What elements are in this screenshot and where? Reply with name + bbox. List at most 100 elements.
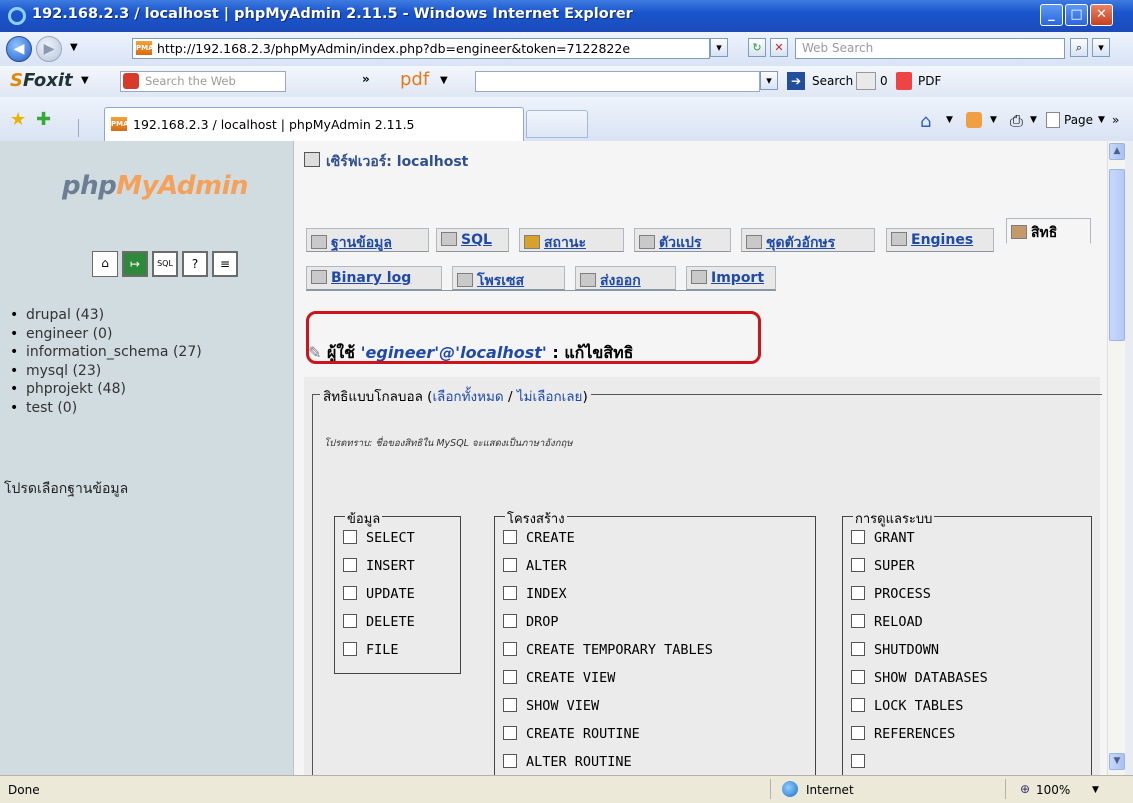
exit-icon[interactable]: ↦ [122,251,148,277]
refresh-icon[interactable]: ↻ [748,38,766,57]
minimize-button[interactable]: _ [1040,4,1063,26]
home-dropdown-icon[interactable]: ▼ [946,115,953,125]
privilege-next[interactable] [851,754,874,774]
privilege-insert[interactable]: INSERT [343,558,415,578]
page-icon[interactable] [1046,112,1060,128]
checkbox[interactable] [503,558,517,572]
browser-tab[interactable]: PMA 192.168.2.3 / localhost | phpMyAdmin… [104,107,524,141]
search-icon[interactable]: ⌕ [1070,38,1088,57]
privilege-create[interactable]: CREATE [503,530,575,550]
privilege-reload[interactable]: RELOAD [851,614,923,634]
tab-variables[interactable]: ตัวแปร [634,228,731,252]
foxit-menu-dropdown-icon[interactable]: ▼ [81,75,89,86]
privilege-lock-tables[interactable]: LOCK TABLES [851,698,963,718]
foxit-search-button[interactable]: Search [812,74,853,88]
tab-export[interactable]: ส่งออก [575,266,676,290]
tab-import[interactable]: Import [686,266,776,290]
home-icon[interactable]: ⌂ [92,251,118,277]
privilege-create-temporary-tables[interactable]: CREATE TEMPORARY TABLES [503,642,713,662]
privilege-create-routine[interactable]: CREATE ROUTINE [503,726,640,746]
search-engine-icon[interactable] [123,73,139,89]
checkbox[interactable] [503,754,517,768]
checkbox[interactable] [851,530,865,544]
pdf-search-dropdown-button[interactable]: ▾ [760,71,778,90]
privilege-create-view[interactable]: CREATE VIEW [503,670,615,690]
tab-privileges[interactable]: สิทธิ [1006,218,1091,244]
search-arrow-icon[interactable]: ➔ [787,72,805,90]
more-chevron-icon[interactable]: » [362,72,370,86]
checkbox[interactable] [343,558,357,572]
pdf-search-input[interactable] [475,71,760,92]
checkbox[interactable] [343,530,357,544]
checkbox[interactable] [503,698,517,712]
checkbox[interactable] [503,726,517,740]
tab-sql[interactable]: SQL [436,228,509,252]
privilege-alter[interactable]: ALTER [503,558,567,578]
print-dropdown-icon[interactable]: ▼ [1030,115,1037,125]
uncheck-all-link[interactable]: ไม่เลือกเลย [517,389,583,405]
tab-charsets[interactable]: ชุดตัวอักษร [741,228,875,252]
tab-processes[interactable]: โพรเซส [452,266,565,290]
checkbox[interactable] [851,586,865,600]
favorites-star-icon[interactable]: ★ [10,109,26,130]
tab-status[interactable]: สถานะ [519,228,624,252]
privilege-alter-routine[interactable]: ALTER ROUTINE [503,754,632,774]
back-button[interactable]: ◀ [6,36,32,62]
database-item[interactable]: phprojekt (48) [10,381,202,400]
checkbox[interactable] [503,586,517,600]
forward-button[interactable]: ▶ [36,36,62,62]
privilege-drop[interactable]: DROP [503,614,559,634]
database-item[interactable]: information_schema (27) [10,344,202,363]
pdf-dropdown-icon[interactable]: ▼ [440,75,448,86]
privilege-file[interactable]: FILE [343,642,399,662]
notes-icon[interactable] [856,72,876,90]
feeds-icon[interactable] [966,112,982,128]
check-all-link[interactable]: เลือกทั้งหมด [432,389,503,405]
privilege-super[interactable]: SUPER [851,558,915,578]
pdf-icon[interactable] [896,72,912,90]
database-item[interactable]: drupal (43) [10,307,202,326]
checkbox[interactable] [503,670,517,684]
scroll-down-button[interactable]: ▼ [1109,753,1125,770]
checkbox[interactable] [851,614,865,628]
page-menu[interactable]: Page [1064,113,1093,127]
pdf-label[interactable]: pdf [400,69,429,90]
scroll-up-button[interactable]: ▲ [1109,143,1125,160]
checkbox[interactable] [851,726,865,740]
checkbox[interactable] [343,586,357,600]
privilege-select[interactable]: SELECT [343,530,415,550]
print-icon[interactable]: ⎙ [1010,111,1023,131]
feeds-dropdown-icon[interactable]: ▼ [990,115,997,125]
checkbox[interactable] [343,642,357,656]
maximize-button[interactable]: □ [1065,4,1088,26]
web-search-input[interactable]: Web Search [795,38,1065,59]
privilege-grant[interactable]: GRANT [851,530,915,550]
tab-binary-log[interactable]: Binary log [306,266,442,290]
checkbox[interactable] [503,642,517,656]
scroll-thumb[interactable] [1109,169,1125,341]
tools-menu[interactable]: » [1112,113,1119,127]
close-window-button[interactable]: ✕ [1090,4,1113,26]
checkbox[interactable] [503,530,517,544]
stop-icon[interactable]: ✕ [770,38,788,57]
vertical-scrollbar[interactable]: ▲ ▼ [1107,141,1126,775]
privilege-process[interactable]: PROCESS [851,586,931,606]
privilege-show-view[interactable]: SHOW VIEW [503,698,599,718]
zoom-level[interactable]: 100% [1036,783,1070,797]
query-window-icon[interactable]: SQL [152,251,178,277]
tab-databases[interactable]: ฐานข้อมูล [306,228,429,252]
foxit-search-input[interactable]: Search the Web [120,71,286,92]
checkbox[interactable] [851,754,865,768]
database-item[interactable]: mysql (23) [10,363,202,382]
checkbox[interactable] [343,614,357,628]
privilege-references[interactable]: REFERENCES [851,726,955,746]
zoom-dropdown-icon[interactable]: ▼ [1092,785,1099,795]
database-item[interactable]: engineer (0) [10,326,202,345]
tab-engines[interactable]: Engines [886,228,994,252]
foxit-brand[interactable]: SFoxit [10,70,73,91]
database-item[interactable]: test (0) [10,400,202,419]
checkbox[interactable] [851,558,865,572]
privilege-shutdown[interactable]: SHUTDOWN [851,642,939,662]
zoom-icon[interactable]: ⊕ [1020,782,1030,796]
checkbox[interactable] [851,670,865,684]
